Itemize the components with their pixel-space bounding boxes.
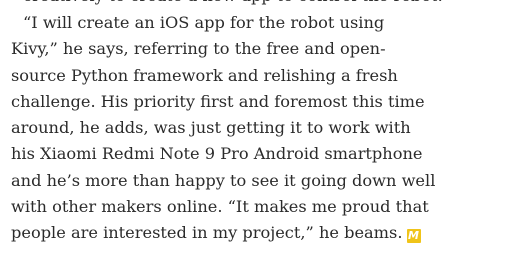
paragraph-line-5: around, he adds, was just getting it to …: [11, 118, 411, 138]
article-text: creatively to create a new app to contro…: [11, 0, 519, 247]
paragraph-line-6: his Xiaomi Redmi Note 9 Pro Android smar…: [11, 144, 423, 164]
paragraph-line-2: Kivy,” he says, referring to the free an…: [11, 39, 386, 59]
paragraph-line-1: “I will create an iOS app for the robot …: [23, 13, 385, 32]
paragraph-line-7: and he’s more than happy to see it going…: [11, 170, 436, 190]
paragraph-line-4: challenge. His priority first and foremo…: [11, 91, 425, 111]
paragraph-line-9: people are interested in my project,” he…: [11, 223, 403, 243]
partial-line: creatively to create a new app to contro…: [11, 0, 519, 10]
paragraph-line-3: source Python framework and relishing a …: [11, 65, 398, 85]
paragraph-line-8: with other makers online. “It makes me p…: [11, 197, 429, 217]
end-mark-icon: M: [406, 229, 421, 244]
paragraph-line-9-wrap: people are interested in my project,” he…: [11, 220, 519, 246]
